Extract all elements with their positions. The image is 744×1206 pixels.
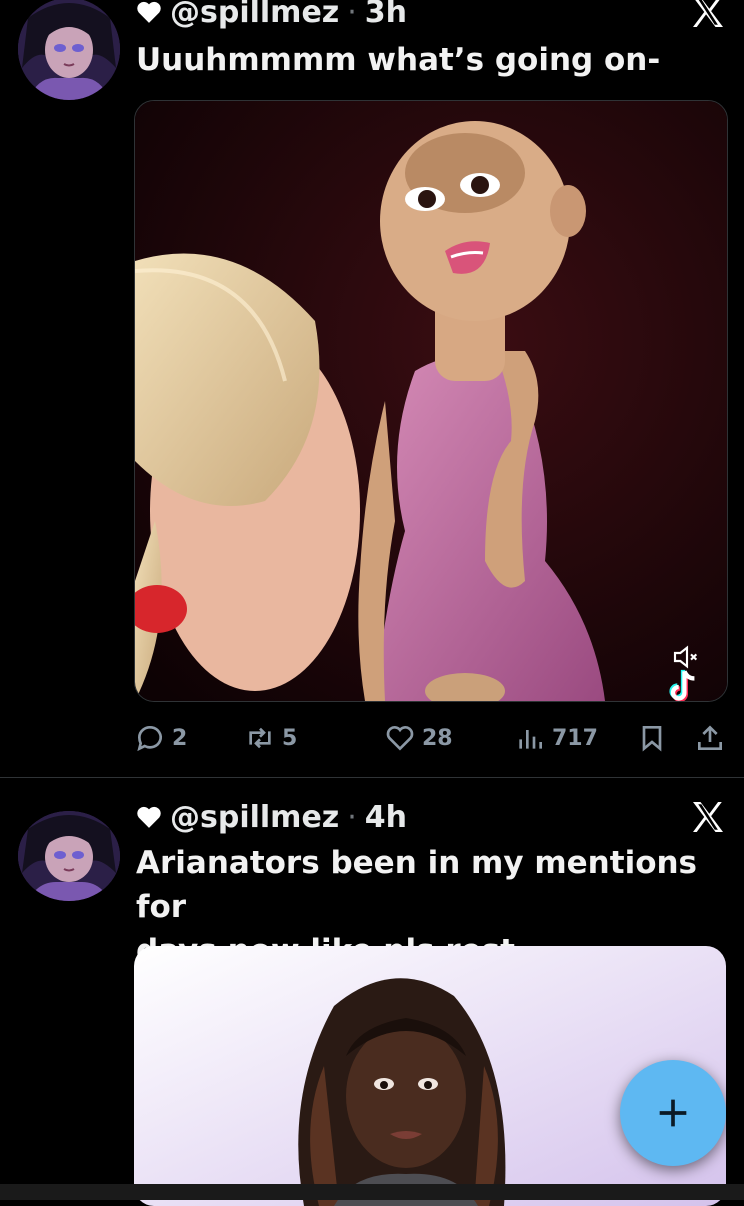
tweet-video[interactable] bbox=[134, 100, 728, 702]
avatar[interactable] bbox=[18, 0, 120, 100]
repost-count: 5 bbox=[282, 725, 298, 751]
avatar[interactable] bbox=[18, 811, 120, 901]
separator-dot: · bbox=[347, 799, 357, 835]
bookmark-icon bbox=[642, 726, 662, 752]
compose-button[interactable] bbox=[620, 1060, 726, 1166]
like-count: 28 bbox=[422, 725, 453, 751]
tweet-actions: 2 5 28 717 bbox=[134, 718, 726, 758]
reply-icon bbox=[137, 726, 162, 752]
tweet-header: @spillmez · 3h bbox=[136, 0, 407, 32]
plus-icon bbox=[659, 1099, 687, 1127]
tweet-divider bbox=[0, 777, 744, 778]
bottom-bar bbox=[0, 1184, 744, 1200]
timestamp[interactable]: 3h bbox=[365, 0, 407, 30]
share-icon bbox=[698, 725, 722, 750]
x-logo-icon[interactable] bbox=[690, 799, 726, 835]
heart-icon bbox=[137, 806, 161, 828]
author-handle[interactable]: @spillmez bbox=[170, 800, 339, 835]
like-button[interactable]: 28 bbox=[384, 722, 453, 754]
separator-dot: · bbox=[347, 0, 357, 30]
reply-count: 2 bbox=[172, 725, 188, 751]
like-icon bbox=[386, 726, 414, 751]
x-logo-icon[interactable] bbox=[690, 0, 726, 30]
views-icon bbox=[519, 730, 542, 749]
timestamp[interactable]: 4h bbox=[365, 800, 407, 835]
views-count: 717 bbox=[552, 725, 598, 751]
bookmark-button[interactable] bbox=[636, 722, 668, 754]
tiktok-logo-icon bbox=[669, 669, 695, 701]
tweet-header: @spillmez · 4h bbox=[136, 797, 407, 837]
repost-icon bbox=[249, 727, 271, 749]
tweet[interactable]: @spillmez · 3h Uuuhmmmm what’s going on- bbox=[0, 0, 744, 778]
views-button[interactable]: 717 bbox=[514, 722, 598, 754]
share-button[interactable] bbox=[694, 722, 726, 754]
repost-button[interactable]: 5 bbox=[244, 722, 297, 754]
reply-button[interactable]: 2 bbox=[134, 722, 187, 754]
author-handle[interactable]: @spillmez bbox=[170, 0, 339, 30]
tweet-text: Uuuhmmmm what’s going on- bbox=[136, 42, 661, 78]
heart-icon bbox=[137, 1, 161, 23]
video-frame bbox=[135, 101, 727, 701]
